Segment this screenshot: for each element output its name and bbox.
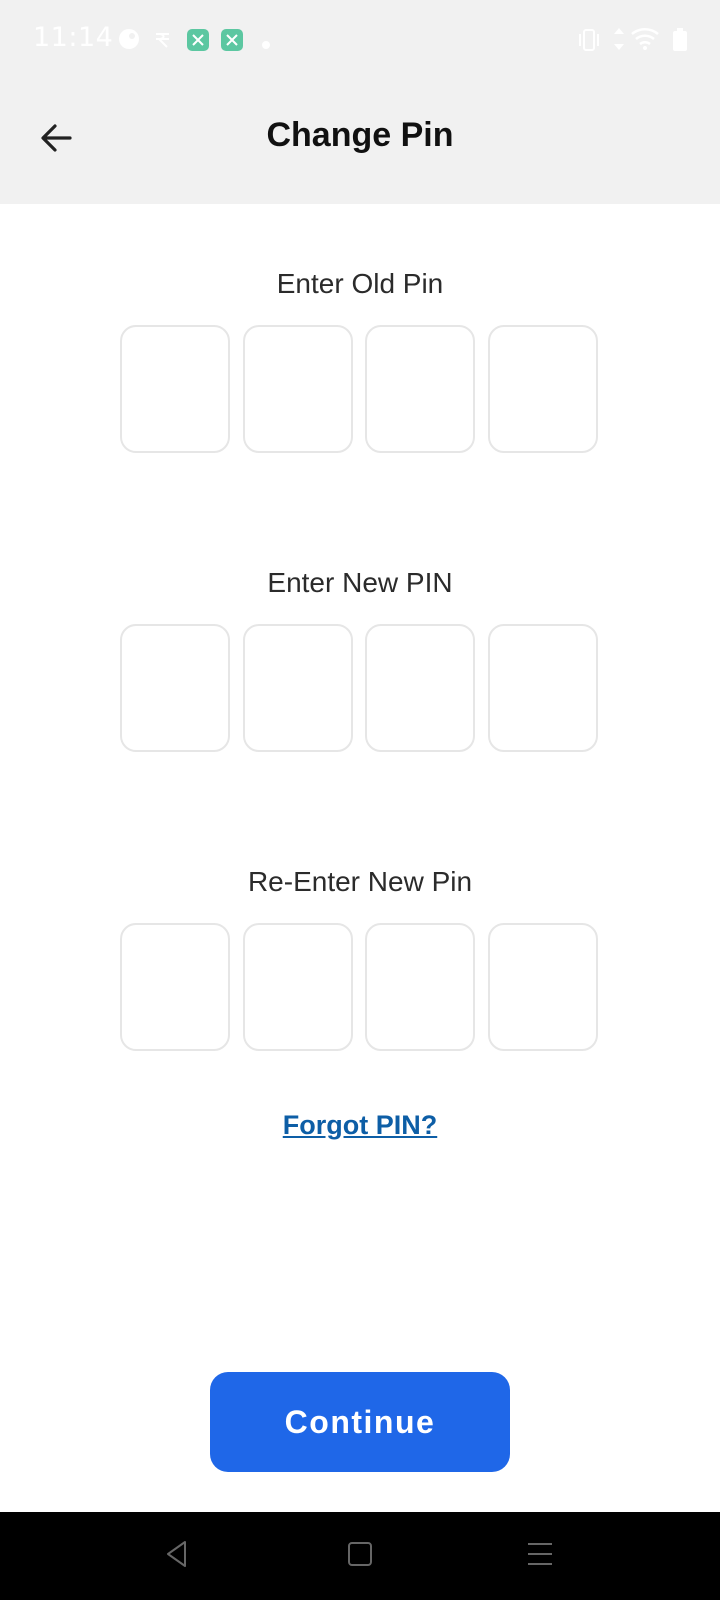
old-pin-label: Enter Old Pin	[276, 268, 444, 299]
old-pin-digit-3[interactable]	[365, 325, 475, 453]
status-bar: 11:14	[0, 0, 720, 80]
new-pin-digit-3[interactable]	[365, 624, 475, 752]
new-pin-row	[120, 624, 600, 754]
app-header: Change Pin	[0, 80, 720, 204]
reenter-pin-digit-4[interactable]	[488, 923, 598, 1051]
menu-lines-icon	[526, 1541, 554, 1572]
forgot-pin-link[interactable]: Forgot PIN?	[0, 1110, 720, 1141]
app-icon	[186, 28, 210, 57]
nav-home-button[interactable]	[330, 1530, 390, 1582]
vibrate-icon	[576, 28, 602, 57]
back-triangle-icon	[163, 1539, 191, 1574]
cloud-icon	[118, 28, 140, 55]
app-icon	[220, 28, 244, 57]
system-nav-bar	[0, 1512, 720, 1600]
old-pin-digit-4[interactable]	[488, 325, 598, 453]
status-time: 11:14	[33, 22, 114, 53]
reenter-pin-digit-3[interactable]	[365, 923, 475, 1051]
home-square-icon	[347, 1541, 373, 1572]
data-arrows-icon	[612, 26, 626, 57]
old-pin-digit-1[interactable]	[120, 325, 230, 453]
new-pin-label: Enter New PIN	[267, 567, 453, 598]
reenter-pin-row	[120, 923, 600, 1053]
nav-menu-button[interactable]	[510, 1530, 570, 1582]
old-pin-row	[120, 325, 600, 455]
nav-back-button[interactable]	[147, 1530, 207, 1582]
dot-icon	[262, 36, 270, 54]
page-title: Change Pin	[266, 116, 454, 154]
old-pin-digit-2[interactable]	[243, 325, 353, 453]
battery-icon	[672, 28, 688, 57]
reenter-pin-digit-2[interactable]	[243, 923, 353, 1051]
rupee-icon	[153, 30, 173, 55]
reenter-pin-label: Re-Enter New Pin	[247, 866, 473, 897]
new-pin-digit-4[interactable]	[488, 624, 598, 752]
new-pin-digit-1[interactable]	[120, 624, 230, 752]
new-pin-digit-2[interactable]	[243, 624, 353, 752]
continue-button[interactable]: Continue	[210, 1372, 510, 1472]
reenter-pin-digit-1[interactable]	[120, 923, 230, 1051]
wifi-icon	[630, 26, 660, 57]
